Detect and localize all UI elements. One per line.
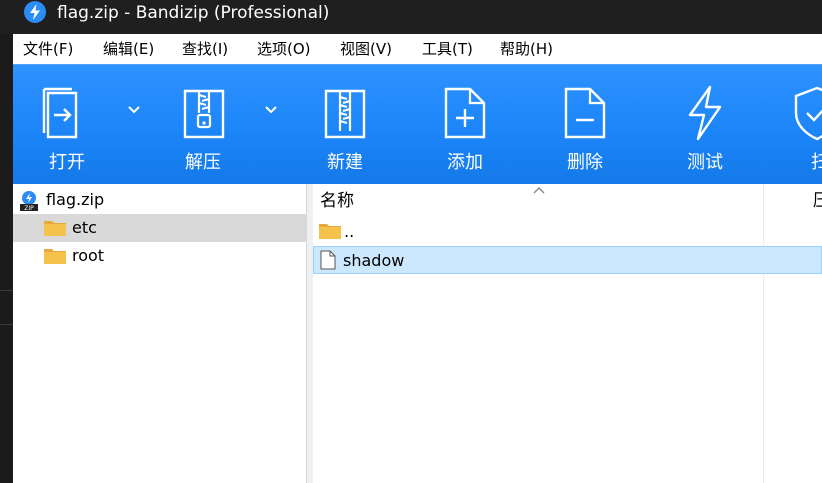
folder-tree: ZIP flag.zip etc root xyxy=(13,184,307,483)
tree-item-archive-root[interactable]: ZIP flag.zip xyxy=(13,186,306,214)
extract-button[interactable]: 解压 xyxy=(153,65,263,185)
open-label: 打开 xyxy=(49,152,85,173)
background-window-edge xyxy=(0,34,13,483)
new-archive-icon xyxy=(324,89,366,139)
window-title: flag.zip - Bandizip (Professional) xyxy=(57,3,330,23)
svg-text:ZIP: ZIP xyxy=(24,205,34,212)
menu-bar: 文件(F) 编辑(E) 查找(I) 选项(O) 视图(V) 工具(T) 帮助(H… xyxy=(13,34,822,64)
delete-button[interactable]: 删除 xyxy=(535,65,635,185)
delete-file-icon xyxy=(564,87,606,139)
menu-edit[interactable]: 编辑(E) xyxy=(103,39,154,59)
file-icon xyxy=(320,250,336,270)
extract-dropdown-chevron-icon[interactable] xyxy=(263,103,279,115)
bandizip-window: 文件(F) 编辑(E) 查找(I) 选项(O) 视图(V) 工具(T) 帮助(H… xyxy=(13,34,822,483)
zip-archive-icon: ZIP xyxy=(20,191,38,212)
extract-label: 解压 xyxy=(185,152,221,173)
column-header-name[interactable]: 名称 xyxy=(320,190,354,212)
tree-item-etc[interactable]: etc xyxy=(13,214,306,242)
open-dropdown-chevron-icon[interactable] xyxy=(126,103,142,115)
scan-button[interactable]: 扫 xyxy=(775,65,822,185)
delete-label: 删除 xyxy=(567,152,603,173)
title-bar: flag.zip - Bandizip (Professional) xyxy=(0,0,822,34)
list-row-shadow[interactable]: shadow xyxy=(313,246,822,274)
menu-tools[interactable]: 工具(T) xyxy=(422,39,473,59)
column-header-compressed[interactable]: 压 xyxy=(813,190,822,212)
add-button[interactable]: 添加 xyxy=(415,65,515,185)
bandizip-app-icon xyxy=(24,1,46,23)
list-row-label: .. xyxy=(344,222,355,241)
list-row-parent[interactable]: .. xyxy=(313,218,822,246)
toolbar: 打开 解压 新建 添加 删除 测试 扫 xyxy=(13,64,822,185)
test-lightning-icon xyxy=(688,85,722,141)
menu-options[interactable]: 选项(O) xyxy=(257,39,311,59)
open-button[interactable]: 打开 xyxy=(13,65,108,185)
menu-file[interactable]: 文件(F) xyxy=(23,39,73,59)
divider xyxy=(0,324,13,325)
add-label: 添加 xyxy=(447,152,483,173)
menu-view[interactable]: 视图(V) xyxy=(340,39,392,59)
test-label: 测试 xyxy=(687,152,723,173)
tree-item-label: flag.zip xyxy=(46,190,105,209)
tree-item-label: etc xyxy=(72,218,97,237)
menu-find[interactable]: 查找(I) xyxy=(182,39,228,59)
scan-label: 扫 xyxy=(811,152,822,173)
open-icon xyxy=(42,87,78,139)
file-list: 名称 压 .. shadow xyxy=(313,184,822,483)
folder-icon xyxy=(44,249,66,264)
menu-help[interactable]: 帮助(H) xyxy=(500,39,553,59)
list-row-label: shadow xyxy=(343,251,405,270)
folder-icon xyxy=(319,224,341,239)
scan-shield-icon xyxy=(794,86,822,141)
test-button[interactable]: 测试 xyxy=(655,65,755,185)
sort-ascending-icon xyxy=(533,187,545,194)
divider xyxy=(0,290,13,291)
list-header: 名称 压 xyxy=(313,184,822,216)
tree-item-label: root xyxy=(72,246,105,265)
folder-icon xyxy=(44,221,66,236)
new-archive-button[interactable]: 新建 xyxy=(295,65,395,185)
tree-item-root[interactable]: root xyxy=(13,242,306,270)
new-archive-label: 新建 xyxy=(327,152,363,173)
add-file-icon xyxy=(444,87,486,139)
extract-icon xyxy=(183,89,225,139)
